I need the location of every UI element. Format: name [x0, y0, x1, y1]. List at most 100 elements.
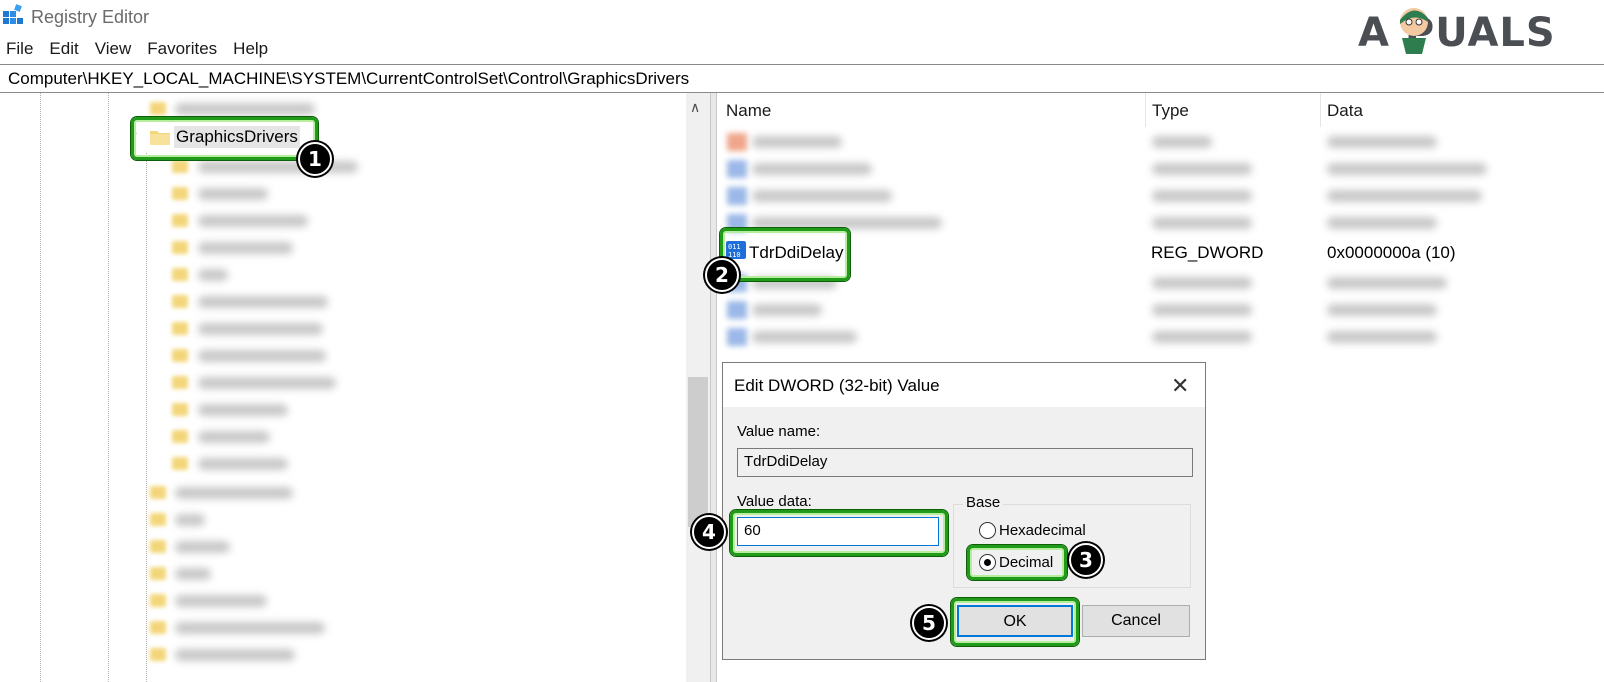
- dword-value-icon: [727, 214, 747, 232]
- value-name-label: Value name:: [737, 423, 821, 440]
- value-name-tdrddidelay[interactable]: TdrDdiDelay: [749, 243, 843, 263]
- chevron-down-icon[interactable]: ∨: [128, 128, 138, 145]
- dword-value-icon: [727, 301, 747, 319]
- value-data-input[interactable]: 60: [737, 517, 939, 546]
- folder-icon: [150, 131, 170, 145]
- tree-item-label[interactable]: GraphicsDrivers: [174, 126, 300, 148]
- folder-icon: [150, 621, 166, 634]
- chevron-up-icon[interactable]: ∧: [690, 99, 700, 116]
- close-icon[interactable]: ✕: [1171, 373, 1189, 399]
- tree-item-blurred[interactable]: [0, 452, 600, 474]
- tree-item-blurred[interactable]: [0, 562, 600, 584]
- blurred-label: [198, 404, 288, 416]
- value-row-blurred[interactable]: [717, 270, 1604, 296]
- base-label: Base: [963, 494, 1004, 511]
- blurred-label: [1152, 304, 1252, 316]
- blurred-label: [198, 458, 288, 470]
- key-tree-pane[interactable]: [0, 93, 710, 682]
- dialog-title: Edit DWORD (32-bit) Value: [734, 376, 940, 395]
- blurred-label: [1327, 190, 1482, 202]
- decimal-radio[interactable]: [979, 554, 996, 571]
- folder-icon: [150, 513, 166, 526]
- tree-item-blurred[interactable]: [0, 425, 600, 447]
- blurred-label: [752, 190, 892, 202]
- step-badge-5: 5: [912, 606, 946, 640]
- radio-selected-dot: [984, 559, 991, 566]
- tree-item-blurred[interactable]: [0, 371, 600, 393]
- blurred-label: [1152, 136, 1212, 148]
- value-row-blurred[interactable]: [717, 210, 1604, 236]
- folder-icon: [150, 648, 166, 661]
- dword-value-icon: 011 110: [726, 241, 746, 259]
- folder-icon: [172, 457, 188, 470]
- tree-item-blurred[interactable]: [0, 290, 600, 312]
- tree-scrollbar[interactable]: ∧: [686, 93, 710, 682]
- blurred-label: [752, 304, 822, 316]
- menu-edit[interactable]: Edit: [41, 38, 86, 62]
- menu-help[interactable]: Help: [225, 38, 276, 62]
- blurred-label: [1327, 331, 1437, 343]
- blurred-label: [1327, 277, 1447, 289]
- dword-value-icon: [727, 328, 747, 346]
- menu-favorites[interactable]: Favorites: [139, 38, 225, 62]
- tree-item-blurred[interactable]: [0, 535, 600, 557]
- blurred-label: [175, 514, 205, 526]
- tree-item-blurred[interactable]: [0, 344, 600, 366]
- decimal-label[interactable]: Decimal: [999, 554, 1053, 571]
- tree-item-blurred[interactable]: [0, 182, 600, 204]
- column-divider[interactable]: [1145, 93, 1146, 127]
- blurred-label: [1327, 304, 1437, 316]
- column-header-type[interactable]: Type: [1152, 101, 1189, 121]
- tree-item-blurred[interactable]: [0, 481, 600, 503]
- pane-splitter[interactable]: [710, 93, 717, 682]
- blurred-label: [175, 568, 211, 580]
- blurred-label: [198, 431, 270, 443]
- address-bar[interactable]: Computer\HKEY_LOCAL_MACHINE\SYSTEM\Curre…: [0, 64, 1604, 93]
- blurred-label: [175, 541, 230, 553]
- column-divider[interactable]: [1320, 93, 1321, 127]
- value-row-blurred[interactable]: [717, 183, 1604, 209]
- step-badge-4: 4: [692, 515, 726, 549]
- tree-item-blurred[interactable]: [0, 508, 600, 530]
- address-path[interactable]: Computer\HKEY_LOCAL_MACHINE\SYSTEM\Curre…: [8, 69, 689, 89]
- menu-file[interactable]: File: [0, 38, 41, 62]
- value-row-blurred[interactable]: [717, 129, 1604, 155]
- tree-item-blurred[interactable]: [0, 317, 600, 339]
- dialog-titlebar: Edit DWORD (32-bit) Value ✕: [723, 363, 1205, 407]
- value-row-blurred[interactable]: [717, 324, 1604, 350]
- tree-item-blurred[interactable]: [0, 97, 600, 119]
- tree-item-blurred[interactable]: [0, 236, 600, 258]
- svg-text:110: 110: [728, 251, 741, 259]
- value-data: 0x0000000a (10): [1327, 243, 1456, 262]
- value-row-blurred[interactable]: [717, 297, 1604, 323]
- blurred-label: [1152, 331, 1252, 343]
- tree-item-blurred[interactable]: [0, 616, 600, 638]
- logo-mascot-icon: [1400, 8, 1428, 54]
- value-type: REG_DWORD: [1151, 243, 1264, 262]
- string-value-icon: [727, 133, 747, 151]
- blurred-label: [1152, 190, 1252, 202]
- menu-view[interactable]: View: [87, 38, 140, 62]
- hexadecimal-label[interactable]: Hexadecimal: [999, 522, 1086, 539]
- step-badge-3: 3: [1069, 543, 1103, 577]
- tree-item-blurred[interactable]: [0, 209, 600, 231]
- folder-icon: [172, 160, 188, 173]
- blurred-label: [752, 136, 842, 148]
- folder-icon: [172, 295, 188, 308]
- ok-button[interactable]: OK: [957, 605, 1073, 637]
- column-header-data[interactable]: Data: [1327, 101, 1363, 121]
- blurred-label: [175, 487, 293, 499]
- folder-icon: [150, 567, 166, 580]
- blurred-label: [1327, 217, 1437, 229]
- cancel-button[interactable]: Cancel: [1082, 605, 1190, 637]
- hexadecimal-radio[interactable]: [979, 522, 996, 539]
- column-header-name[interactable]: Name: [726, 101, 771, 121]
- folder-icon: [172, 187, 188, 200]
- value-row-blurred[interactable]: [717, 156, 1604, 182]
- tree-item-blurred[interactable]: [0, 589, 600, 611]
- tree-item-blurred[interactable]: [0, 263, 600, 285]
- scrollbar-thumb[interactable]: [688, 377, 708, 527]
- tree-item-blurred[interactable]: [0, 643, 600, 665]
- blurred-label: [198, 215, 308, 227]
- tree-item-blurred[interactable]: [0, 398, 600, 420]
